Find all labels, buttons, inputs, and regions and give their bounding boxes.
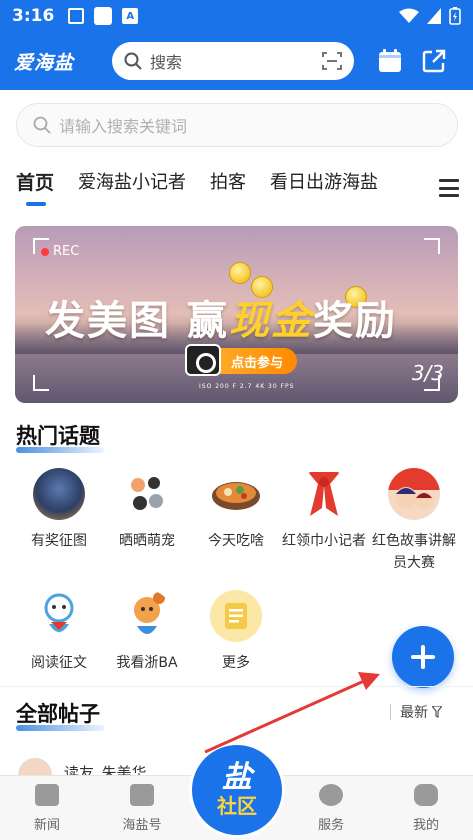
channel-tabs: 首页 爱海盐小记者 拍客 看日出游海盐: [0, 168, 473, 210]
nav-community-button[interactable]: 盐 社区: [189, 742, 285, 838]
topic-label: 更多: [222, 655, 250, 671]
nav-haiyanhao[interactable]: 海盐号: [110, 784, 174, 833]
app-header: 爱海盐 搜索: [0, 32, 473, 90]
topic-label: 晒晒萌宠: [119, 533, 175, 549]
search-icon: [124, 52, 142, 70]
status-time: 3:16: [12, 6, 55, 26]
nav-label: 海盐号: [122, 818, 162, 833]
banner-exif-text: ISO 200 F 2.7 4K 30 FPS: [199, 383, 295, 390]
topic-item[interactable]: 阅读征文: [11, 590, 107, 674]
topic-label: 有奖征图: [31, 533, 87, 549]
red-story-icon: [388, 468, 440, 520]
topic-label: 我看浙BA: [116, 655, 178, 671]
community-button-small: 社区: [217, 794, 257, 818]
topic-label: 红色故事讲解员大赛: [372, 533, 456, 571]
nav-news[interactable]: 新闻: [15, 784, 79, 833]
sort-label: 最新: [400, 705, 428, 721]
share-button[interactable]: [420, 47, 448, 75]
topic-item[interactable]: 红色故事讲解员大赛: [366, 468, 462, 574]
scan-icon[interactable]: [322, 52, 342, 70]
header-search-placeholder: 搜索: [150, 53, 183, 72]
more-topics-icon: [210, 590, 262, 642]
coin-icon: [229, 262, 251, 284]
topic-photo-icon: [33, 468, 85, 520]
topic-item[interactable]: 有奖征图: [11, 468, 107, 552]
banner-headline-left: 发美图 赢: [45, 298, 229, 344]
tab-paike[interactable]: 拍客: [210, 168, 246, 194]
tab-home[interactable]: 首页: [16, 168, 54, 206]
all-posts-title: 全部帖子: [16, 698, 104, 731]
app-notification-icon: [94, 7, 113, 25]
banner-rec-text: REC: [53, 244, 80, 259]
banner-headline-gold: 现金: [228, 298, 313, 344]
wifi-icon: [399, 8, 419, 23]
topic-label: 今天吃啥: [208, 533, 264, 549]
battery-icon: [449, 7, 461, 25]
topic-item[interactable]: 今天吃啥: [188, 468, 284, 552]
profile-icon: [414, 784, 438, 806]
banner-headline: 发美图 赢现金奖励: [45, 288, 397, 346]
topic-item[interactable]: 晒晒萌宠: [99, 468, 195, 552]
search-icon: [33, 116, 51, 134]
sort-dropdown[interactable]: 最新: [390, 702, 442, 722]
promo-banner[interactable]: REC 发美图 赢现金奖励 点击参与 ISO 200 F 2.7 4K 30 F…: [15, 226, 458, 403]
signal-icon: [427, 8, 441, 24]
topic-item[interactable]: 更多: [188, 590, 284, 674]
letter-notification-icon: A: [122, 8, 139, 24]
app-logo: 爱海盐: [14, 51, 75, 74]
mascot-reading-icon: [33, 590, 85, 642]
banner-rec-indicator: REC: [41, 244, 79, 259]
share-icon: [422, 49, 446, 73]
basketball-mascot-icon: [121, 590, 173, 642]
header-search-box[interactable]: 搜索: [112, 42, 354, 80]
nav-label: 我的: [412, 818, 439, 833]
tab-sunrise-travel[interactable]: 看日出游海盐: [270, 168, 378, 194]
nav-mine[interactable]: 我的: [394, 784, 458, 833]
rec-dot-icon: [41, 247, 49, 256]
topic-item[interactable]: 我看浙BA: [99, 590, 195, 674]
channel-menu-icon[interactable]: [439, 179, 459, 197]
nav-service[interactable]: 服务: [299, 784, 363, 833]
filter-icon: [432, 706, 442, 718]
calendar-sign-icon: [379, 49, 401, 72]
topic-item[interactable]: 红领巾小记者: [276, 468, 372, 552]
status-bar: 3:16 A: [0, 0, 473, 32]
community-button-big: 盐: [222, 760, 252, 795]
keyword-search-input[interactable]: 请输入搜索关键词: [16, 103, 458, 147]
tab-young-reporter[interactable]: 爱海盐小记者: [78, 168, 186, 194]
pet-paw-icon: [121, 468, 173, 520]
section-divider: [0, 686, 473, 687]
keyword-search-placeholder: 请输入搜索关键词: [59, 117, 188, 136]
heart-icon: [319, 784, 343, 806]
red-scarf-icon: [298, 468, 350, 520]
food-bowl-icon: [210, 468, 262, 520]
camera-icon: [185, 344, 221, 376]
topic-label: 红领巾小记者: [282, 533, 366, 549]
create-post-button[interactable]: [392, 626, 454, 688]
image-notification-icon: [68, 8, 85, 24]
banner-pager: 3/3: [411, 361, 444, 385]
star-tv-icon: [130, 784, 154, 806]
news-icon: [35, 784, 59, 806]
sign-in-button[interactable]: [376, 47, 404, 75]
hot-topics-title: 热门话题: [16, 420, 104, 453]
topic-label: 阅读征文: [31, 655, 87, 671]
nav-label: 服务: [317, 818, 344, 833]
plus-icon: [411, 645, 435, 669]
nav-label: 新闻: [33, 818, 60, 833]
banner-headline-right: 奖励: [312, 298, 397, 344]
